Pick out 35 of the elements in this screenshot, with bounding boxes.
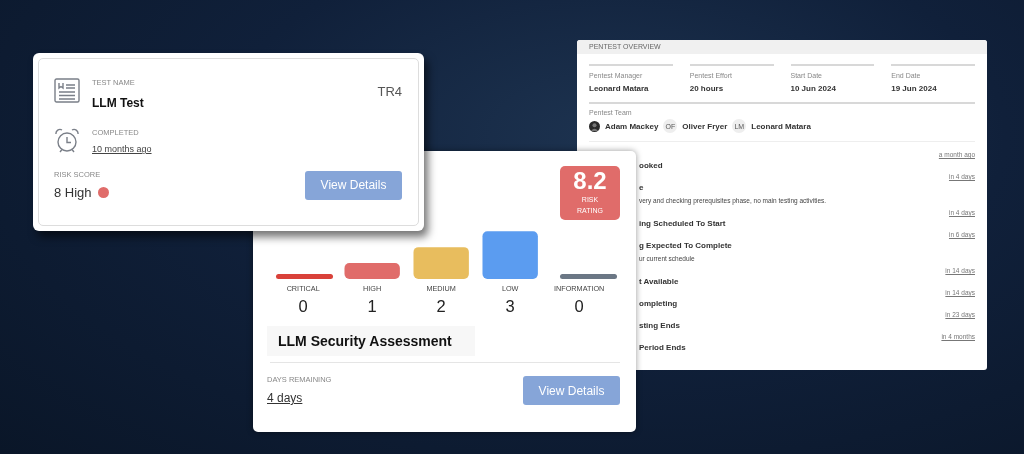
zero-value-line (275, 274, 333, 279)
assessment-title: LLM Security Assessment (267, 326, 475, 356)
event-title: sting Ends (639, 320, 681, 332)
days-remaining: 4 days (267, 391, 304, 405)
rating-value: 8.2 (572, 168, 608, 194)
severity-bar (482, 231, 538, 279)
zero-value-line (559, 274, 617, 279)
severity-count: 2 (436, 296, 446, 316)
field-value: 19 Jun 2024 (891, 84, 938, 93)
test-code: TR4 (377, 84, 402, 99)
avatar-icon (589, 120, 600, 132)
severity-bar (413, 247, 469, 279)
severity-count: 0 (298, 296, 308, 316)
field-value: 20 hours (689, 84, 725, 93)
event-title: g Expected To Complete (639, 240, 733, 252)
event-title: t Available (639, 276, 680, 288)
field-value: 10 Jun 2024 (790, 84, 837, 93)
event-title: ompleting (639, 298, 679, 310)
event-title: e (639, 182, 645, 194)
risk-score: 8 High (54, 185, 92, 200)
member-name: Oliver Fryer (682, 121, 728, 131)
severity-count: 0 (574, 296, 584, 316)
severity-bar (344, 263, 400, 279)
field-value: Leonard Matara (589, 84, 650, 93)
severity-count: 1 (367, 296, 377, 316)
test-name: LLM Test (92, 96, 145, 110)
member-name: Adam Mackey (605, 121, 659, 131)
event-title: Period Ends (639, 342, 687, 354)
event-title: ooked (639, 160, 664, 172)
severity-count: 3 (505, 296, 515, 316)
event-title: ing Scheduled To Start (639, 218, 727, 230)
completed-time[interactable]: 10 months ago (92, 144, 152, 154)
alarm-clock-icon (54, 128, 80, 154)
document-icon (54, 78, 80, 103)
member-name: Leonard Matara (751, 121, 811, 131)
